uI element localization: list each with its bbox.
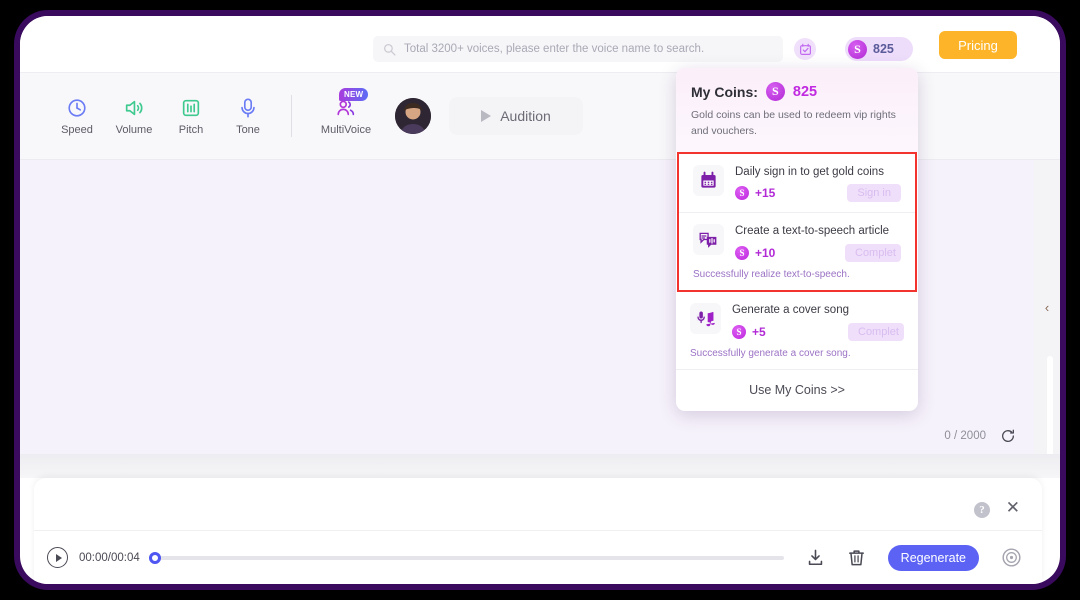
task-reward-value: +5 <box>752 325 766 340</box>
text-to-speech-icon <box>693 224 724 256</box>
audio-player-panel: ? ✕ 00:00/00:04 Regenerate <box>34 478 1042 584</box>
help-icon[interactable]: ? <box>974 502 990 518</box>
task-reward: S +15 <box>735 186 776 201</box>
progress-slider[interactable] <box>148 551 784 564</box>
tool-volume-label: Volume <box>115 123 153 136</box>
tool-multivoice-label: MultiVoice <box>320 123 372 136</box>
audio-effects-icon <box>1002 548 1021 567</box>
coins-popup-header: My Coins: S 825 Gold coins can be used t… <box>676 68 918 152</box>
task-action-button[interactable]: Complet <box>848 323 904 342</box>
search-input[interactable] <box>404 43 773 55</box>
regenerate-button[interactable]: Regenerate <box>887 544 979 571</box>
character-counter-row: 0 / 2000 <box>944 428 1016 444</box>
coin-icon: S <box>848 39 867 59</box>
avatar[interactable] <box>395 98 431 134</box>
volume-icon <box>125 100 143 115</box>
coin-balance-chip[interactable]: S 825 <box>845 37 913 61</box>
tool-multivoice[interactable]: NEW MultiVoice <box>313 87 379 136</box>
audition-button[interactable]: Audition <box>449 97 583 135</box>
search-bar[interactable] <box>373 36 783 62</box>
player-actions: Regenerate <box>806 544 1022 571</box>
coins-popup-subtitle: Gold coins can be used to redeem vip rig… <box>691 109 896 137</box>
coins-popup-title: My Coins: <box>691 83 758 100</box>
tool-speed-label: Speed <box>61 123 93 136</box>
toolbar-divider <box>291 95 292 137</box>
task-row: Create a text-to-speech article S +10 Co… <box>679 212 915 290</box>
coin-icon: S <box>735 246 749 261</box>
tool-volume[interactable]: Volume <box>109 97 159 136</box>
calendar-icon <box>693 164 724 196</box>
trash-icon <box>848 550 864 566</box>
download-icon <box>808 549 822 566</box>
pricing-button[interactable]: Pricing <box>939 31 1017 59</box>
player-time: 00:00/00:04 <box>79 551 140 564</box>
tool-speed[interactable]: Speed <box>52 97 102 136</box>
task-reward: S +5 <box>732 325 766 340</box>
task-reward-value: +10 <box>755 246 776 261</box>
coins-popup-title-row: My Coins: S 825 <box>691 82 903 101</box>
search-icon <box>383 43 396 56</box>
progress-knob[interactable] <box>148 551 161 564</box>
tool-tone[interactable]: Tone <box>223 97 273 136</box>
calendar-check-icon <box>799 43 811 55</box>
cover-song-icon <box>690 303 721 335</box>
avatar-image <box>395 98 431 134</box>
task-note: Successfully generate a cover song. <box>690 348 851 360</box>
panel-gap-band <box>20 454 1060 478</box>
top-header: S 825 Pricing <box>20 16 1060 72</box>
pitch-equalizer-icon <box>182 99 200 116</box>
coin-icon: S <box>732 325 746 340</box>
play-button[interactable] <box>47 547 68 568</box>
play-icon <box>481 110 492 122</box>
my-coins-popup: My Coins: S 825 Gold coins can be used t… <box>676 68 918 412</box>
coins-popup-amount: 825 <box>792 83 818 100</box>
close-icon[interactable]: ✕ <box>1006 499 1020 516</box>
task-note: Successfully realize text-to-speech. <box>693 269 850 281</box>
right-collapse-rail[interactable]: ‹ <box>1034 160 1060 482</box>
highlight-box: Daily sign in to get gold coins S +15 Si… <box>677 151 917 293</box>
task-action-button[interactable]: Complet <box>845 244 901 263</box>
player-header: ? ✕ <box>34 478 1042 530</box>
download-button[interactable] <box>806 548 825 567</box>
chevron-left-icon[interactable]: ‹ <box>1045 300 1049 315</box>
task-name: Create a text-to-speech article <box>735 225 890 238</box>
coins-task-list: Daily sign in to get gold coins S +15 Si… <box>676 151 918 370</box>
character-counter: 0 / 2000 <box>944 430 986 442</box>
task-action-button[interactable]: Sign in <box>847 184 901 203</box>
new-badge: NEW <box>339 87 369 101</box>
app-screen: S 825 Pricing Speed Volume <box>20 16 1060 584</box>
coin-icon: S <box>735 186 749 201</box>
task-row: Daily sign in to get gold coins S +15 Si… <box>679 154 915 213</box>
tool-tone-label: Tone <box>236 123 260 136</box>
header-calendar-button[interactable] <box>794 38 816 60</box>
player-controls: 00:00/00:04 Regenerate <box>34 530 1042 584</box>
task-row: Generate a cover song S +5 Complet Succe… <box>676 292 918 369</box>
tool-pitch-label: Pitch <box>178 123 204 136</box>
task-reward-value: +15 <box>755 186 776 201</box>
device-frame: S 825 Pricing Speed Volume <box>14 10 1066 590</box>
task-name: Daily sign in to get gold coins <box>735 165 884 178</box>
task-reward: S +10 <box>735 246 776 261</box>
tool-pitch[interactable]: Pitch <box>166 97 216 136</box>
refresh-icon[interactable] <box>1000 428 1016 444</box>
effects-button[interactable] <box>1001 547 1022 568</box>
microphone-tone-icon <box>241 97 255 118</box>
coin-icon: S <box>765 82 785 101</box>
audition-label: Audition <box>500 108 551 124</box>
task-name: Generate a cover song <box>732 304 849 317</box>
use-my-coins-link[interactable]: Use My Coins >> <box>676 369 918 411</box>
speed-gauge-icon <box>68 98 86 117</box>
delete-button[interactable] <box>847 548 866 567</box>
coin-balance-value: 825 <box>873 42 894 56</box>
